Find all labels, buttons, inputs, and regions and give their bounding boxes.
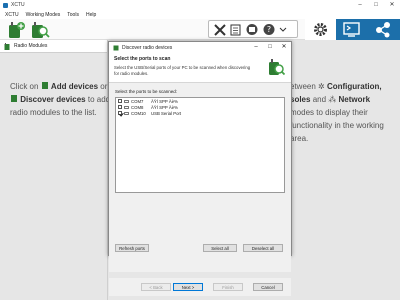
discover-small-icon [11, 95, 17, 102]
port-checkbox[interactable] [118, 99, 122, 103]
discover-radio-devices-dialog: Discover radio devices – □ ✕ Select the … [108, 41, 292, 296]
radio-modules-panel: Radio Modules [0, 40, 108, 300]
dialog-title: Discover radio devices [122, 44, 173, 51]
network-small-icon: ⁂ [328, 95, 337, 104]
tools-icon[interactable] [213, 23, 227, 36]
port-checkbox[interactable] [118, 105, 122, 109]
dialog-body: Select the ports to be scanned: COM7 ÄŸÍ… [109, 82, 291, 296]
hint-and: and [312, 95, 327, 104]
menu-tools[interactable]: Tools [67, 12, 79, 18]
select-all-button[interactable]: Select all [203, 244, 237, 252]
gear-icon [314, 23, 327, 36]
add-device-icon[interactable] [6, 20, 26, 39]
dialog-maximize-button[interactable]: □ [263, 42, 277, 53]
port-description: ÄŸÍ SPP Äè% [151, 104, 178, 110]
port-checkbox[interactable] [118, 111, 122, 115]
hint-left: Click on Add devices or Discover devices… [10, 80, 120, 119]
hint-or: or [100, 82, 108, 91]
chevron-down-icon[interactable] [279, 27, 287, 33]
back-button[interactable]: < Back [141, 283, 171, 291]
radio-modules-title: Radio Modules [14, 43, 48, 49]
deselect-all-button[interactable]: Deselect all [243, 244, 283, 252]
window-titlebar: XCTU – □ ✕ [0, 0, 400, 10]
port-name: COM8 [131, 104, 144, 110]
calculator-icon[interactable] [230, 24, 242, 36]
minimize-button[interactable]: – [352, 0, 368, 10]
serial-port-icon [124, 99, 129, 103]
dialog-close-button[interactable]: ✕ [277, 42, 291, 53]
terminal-icon[interactable] [245, 23, 259, 36]
discover-devices-header-icon [269, 59, 285, 76]
ports-list-label: Select the ports to be scanned: [115, 89, 178, 94]
configuration-mode-box[interactable] [305, 19, 336, 40]
menu-help[interactable]: Help [86, 12, 96, 18]
ports-list[interactable]: COM7 ÄŸÍ SPP Äè% COM8 ÄŸÍ SPP Äè% COM10 … [115, 97, 285, 193]
menu-xctu[interactable]: XCTU [5, 12, 19, 18]
tools-strip: ? [208, 20, 298, 38]
close-window-button[interactable]: ✕ [384, 0, 400, 10]
window-title: XCTU [11, 2, 25, 8]
hint-configuration: Configuration, [326, 82, 382, 91]
add-device-small-icon [41, 82, 48, 89]
radio-module-icon [4, 42, 10, 50]
discover-devices-icon[interactable] [30, 20, 50, 39]
hint-add-devices: Add devices [50, 82, 99, 91]
dialog-nav-bar: < Back Next > Finish Cancel [109, 278, 291, 296]
hint-network: Network [338, 95, 371, 104]
help-icon[interactable]: ? [262, 23, 276, 36]
svg-text:?: ? [267, 25, 271, 34]
dialog-app-icon [113, 45, 119, 50]
hint-discover-devices: Discover devices [20, 95, 86, 104]
hint-consoles: soles [290, 95, 311, 104]
radio-modules-header: Radio Modules [0, 40, 107, 53]
menu-working-modes[interactable]: Working Modes [26, 12, 61, 18]
port-description: ÄŸÍ SPP Äè% [151, 98, 178, 104]
finish-button[interactable]: Finish [213, 283, 243, 291]
hint-right-prefix: etween [290, 82, 316, 91]
hint-right: etween ✲ Configuration, soles and ⁂ Netw… [290, 80, 400, 145]
dialog-titlebar: Discover radio devices – □ ✕ [109, 42, 291, 53]
refresh-ports-button[interactable]: Refresh ports [115, 244, 149, 252]
mode-selector-bar [336, 19, 400, 40]
consoles-icon[interactable] [343, 22, 360, 37]
dialog-header-description: Select the USB/Serial ports of your PC t… [114, 65, 251, 76]
port-name: COM10 [131, 110, 146, 116]
dialog-minimize-button[interactable]: – [249, 42, 263, 53]
network-icon[interactable] [374, 21, 392, 38]
hint-left-prefix: Click on [10, 82, 39, 91]
hint-right-suffix: modes to display their functionality in … [290, 108, 384, 143]
gear-small-icon: ✲ [318, 82, 325, 91]
cancel-button[interactable]: Cancel [253, 283, 283, 291]
port-description: USB Serial Port [151, 110, 182, 116]
serial-port-icon [124, 105, 129, 109]
port-row[interactable]: COM10 USB Serial Port [116, 110, 284, 116]
port-name: COM7 [131, 98, 144, 104]
serial-port-icon [124, 111, 129, 115]
xctu-app-icon [3, 2, 8, 8]
maximize-button[interactable]: □ [368, 0, 384, 10]
next-button[interactable]: Next > [173, 283, 203, 291]
dialog-header-title: Select the ports to scan [114, 56, 171, 62]
dialog-header: Select the ports to scan Select the USB/… [109, 53, 291, 81]
menu-bar: XCTU Working Modes Tools Help [0, 10, 400, 19]
